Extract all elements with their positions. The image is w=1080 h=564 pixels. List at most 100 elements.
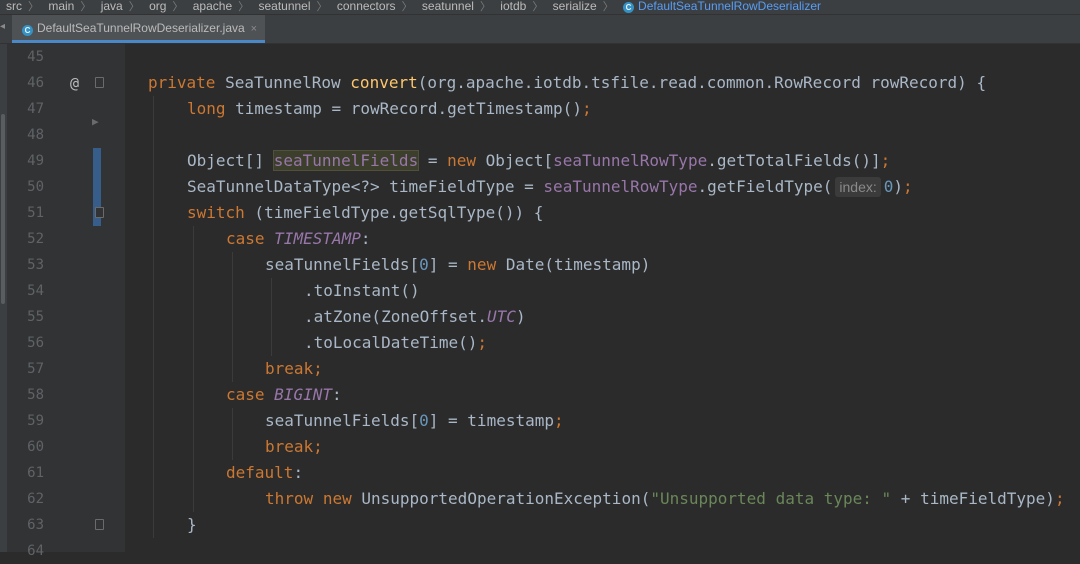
code-token: .atZone(ZoneOffset. bbox=[304, 307, 488, 326]
breadcrumb-item[interactable]: serialize bbox=[547, 0, 597, 13]
code-line: 47 long timestamp = rowRecord.getTimesta… bbox=[0, 96, 1080, 122]
keyword: private bbox=[148, 73, 216, 92]
code-line: 46 private SeaTunnelRow convert(org.apac… bbox=[0, 70, 1080, 96]
keyword: new bbox=[322, 489, 352, 508]
breadcrumb: src 〉 main 〉 java 〉 org 〉 apache 〉 seatunnel 〉… bbox=[0, 0, 1080, 15]
semicolon: ; bbox=[1054, 489, 1065, 508]
code-token: (org.apache.iotdb.tsfile.read.common.Row… bbox=[417, 73, 987, 92]
close-icon[interactable]: × bbox=[245, 23, 257, 35]
code-line: 50 SeaTunnelDataType<?> timeFieldType = … bbox=[0, 174, 1080, 200]
code-line: 53 seaTunnelFields[0] = new Date(timesta… bbox=[0, 252, 1080, 278]
method-name: convert bbox=[350, 73, 418, 92]
code-text[interactable]: break; bbox=[265, 434, 323, 460]
code-token: } bbox=[187, 515, 197, 534]
breadcrumb-item[interactable]: connectors bbox=[331, 0, 396, 13]
code-line: 45 bbox=[0, 44, 1080, 70]
code-text[interactable]: } bbox=[187, 512, 197, 538]
chevron-right-icon: 〉 bbox=[238, 1, 250, 13]
breadcrumb-item[interactable]: seatunnel bbox=[252, 0, 310, 13]
code-text[interactable]: long timestamp = rowRecord.getTimestamp(… bbox=[187, 96, 592, 122]
breadcrumb-item[interactable]: java bbox=[95, 0, 123, 13]
breadcrumb-item[interactable]: src bbox=[0, 0, 22, 13]
tab-scroll-left-icon[interactable]: ◂ bbox=[0, 21, 5, 35]
code-text[interactable]: seaTunnelFields[0] = timestamp; bbox=[265, 408, 564, 434]
line-number: 48 bbox=[27, 127, 44, 143]
code-text[interactable]: default: bbox=[226, 460, 303, 486]
code-line: 52 case TIMESTAMP: bbox=[0, 226, 1080, 252]
line-number: 47 bbox=[27, 101, 44, 117]
chevron-right-icon: 〉 bbox=[28, 1, 39, 13]
line-number: 56 bbox=[27, 335, 44, 351]
chevron-right-icon: 〉 bbox=[80, 1, 92, 13]
line-number: 54 bbox=[27, 283, 44, 299]
chevron-right-icon: 〉 bbox=[532, 1, 544, 13]
line-number: 57 bbox=[27, 361, 44, 377]
line-number: 62 bbox=[27, 491, 44, 507]
class-icon: C bbox=[22, 25, 33, 36]
code-token: .toInstant() bbox=[304, 281, 420, 300]
line-number: 55 bbox=[27, 309, 44, 325]
line-number: 64 bbox=[27, 543, 44, 559]
number-literal: 0 bbox=[419, 411, 429, 430]
breadcrumb-item[interactable]: seatunnel bbox=[416, 0, 474, 13]
code-token: ] = bbox=[428, 255, 468, 274]
code-line: 51 switch (timeFieldType.getSqlType()) { bbox=[0, 200, 1080, 226]
tab-file[interactable]: C DefaultSeaTunnelRowDeserializer.java × bbox=[12, 15, 266, 43]
line-number: 60 bbox=[27, 439, 44, 455]
code-line: 48 bbox=[0, 122, 1080, 148]
code-token: Date(timestamp) bbox=[496, 255, 651, 274]
chevron-right-icon: 〉 bbox=[172, 1, 184, 13]
breadcrumb-item[interactable]: apache bbox=[187, 0, 232, 13]
keyword: break bbox=[265, 437, 314, 456]
code-text[interactable]: switch (timeFieldType.getSqlType()) { bbox=[187, 200, 543, 226]
code-token: Object[ bbox=[476, 151, 554, 170]
code-line: 62 throw new UnsupportedOperationExcepti… bbox=[0, 486, 1080, 512]
breadcrumb-item[interactable]: org bbox=[143, 0, 166, 13]
code-text[interactable]: case TIMESTAMP: bbox=[226, 226, 371, 252]
code-text[interactable]: case BIGINT: bbox=[226, 382, 342, 408]
code-token: : bbox=[360, 229, 371, 248]
breadcrumb-item[interactable]: main bbox=[42, 0, 74, 13]
enum-constant: TIMESTAMP bbox=[274, 229, 361, 248]
code-text[interactable]: Object[] seaTunnelFields = new Object[se… bbox=[187, 148, 890, 174]
code-text[interactable]: seaTunnelFields[0] = new Date(timestamp) bbox=[265, 252, 650, 278]
field-ref: seaTunnelRowType bbox=[553, 151, 708, 170]
code-token: (timeFieldType.getSqlType()) { bbox=[244, 203, 544, 222]
code-text[interactable]: .atZone(ZoneOffset.UTC) bbox=[304, 304, 526, 330]
code-token: timestamp = rowRecord.getTimestamp() bbox=[225, 99, 582, 118]
code-token: SeaTunnelRow bbox=[215, 73, 351, 92]
keyword: new bbox=[447, 151, 477, 170]
semicolon: ; bbox=[880, 151, 891, 170]
semicolon: ; bbox=[903, 177, 913, 196]
line-number: 59 bbox=[27, 413, 44, 429]
keyword: break bbox=[265, 359, 314, 378]
breadcrumb-current[interactable]: C DefaultSeaTunnelRowDeserializer bbox=[617, 0, 821, 13]
keyword: new bbox=[467, 255, 497, 274]
code-text[interactable]: SeaTunnelDataType<?> timeFieldType = sea… bbox=[187, 174, 913, 200]
code-token: = bbox=[418, 151, 448, 170]
code-token: Object[] bbox=[187, 151, 274, 170]
semicolon: ; bbox=[477, 333, 488, 352]
code-line: 59 seaTunnelFields[0] = timestamp; bbox=[0, 408, 1080, 434]
line-number: 46 bbox=[27, 75, 44, 91]
keyword: throw bbox=[265, 489, 314, 508]
semicolon: ; bbox=[581, 99, 592, 118]
code-text[interactable]: throw new UnsupportedOperationException(… bbox=[265, 486, 1065, 512]
keyword: case bbox=[226, 229, 265, 248]
code-token: UnsupportedOperationException( bbox=[351, 489, 651, 508]
keyword: default bbox=[226, 463, 294, 482]
parameter-hint: index: bbox=[835, 177, 881, 197]
chevron-right-icon: 〉 bbox=[128, 1, 140, 13]
code-token: : bbox=[293, 463, 304, 482]
line-number: 50 bbox=[27, 179, 44, 195]
code-text[interactable]: .toInstant() bbox=[304, 278, 420, 304]
field-ref: seaTunnelRowType bbox=[543, 177, 698, 196]
code-line: 54 .toInstant() bbox=[0, 278, 1080, 304]
code-text[interactable]: break; bbox=[265, 356, 323, 382]
line-number: 53 bbox=[27, 257, 44, 273]
code-text[interactable]: .toLocalDateTime(); bbox=[304, 330, 487, 356]
breadcrumb-item[interactable]: iotdb bbox=[494, 0, 526, 13]
code-token: : bbox=[331, 385, 342, 404]
line-number: 49 bbox=[27, 153, 44, 169]
code-text[interactable]: private SeaTunnelRow convert(org.apache.… bbox=[148, 70, 986, 96]
